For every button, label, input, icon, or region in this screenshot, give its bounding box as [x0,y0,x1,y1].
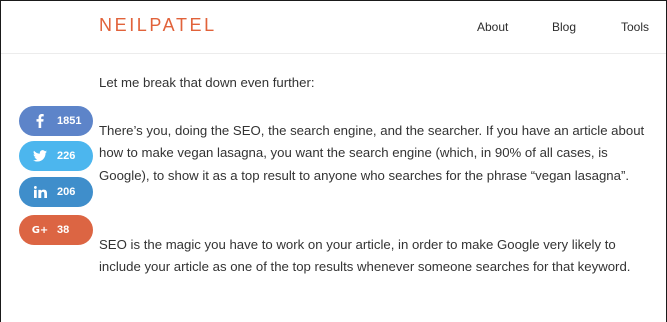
nav-tools[interactable]: Tools [621,20,649,34]
facebook-share-count: 1851 [57,115,82,127]
article-paragraph-2: SEO is the magic you have to work on you… [99,237,631,275]
linkedin-share-button[interactable]: 206 [19,177,93,207]
twitter-icon [29,150,51,162]
linkedin-share-count: 206 [57,186,76,198]
google-plus-glyph: G+ [31,224,49,236]
article-intro: Let me break that down even further: [99,75,315,90]
google-plus-share-count: 38 [57,224,70,236]
facebook-icon [29,114,51,128]
twitter-share-button[interactable]: 226 [19,141,93,171]
google-plus-icon: G+ [29,225,51,236]
article-paragraph-1: There’s you, doing the SEO, the search e… [99,123,645,183]
facebook-share-button[interactable]: 1851 [19,106,93,136]
nav-blog[interactable]: Blog [552,20,576,34]
site-header: NEILPATEL About Blog Tools [1,1,666,54]
nav-about[interactable]: About [477,20,508,34]
twitter-share-count: 226 [57,150,76,162]
site-logo[interactable]: NEILPATEL [99,15,217,36]
google-plus-share-button[interactable]: G+ 38 [19,215,93,245]
linkedin-icon [29,186,51,198]
